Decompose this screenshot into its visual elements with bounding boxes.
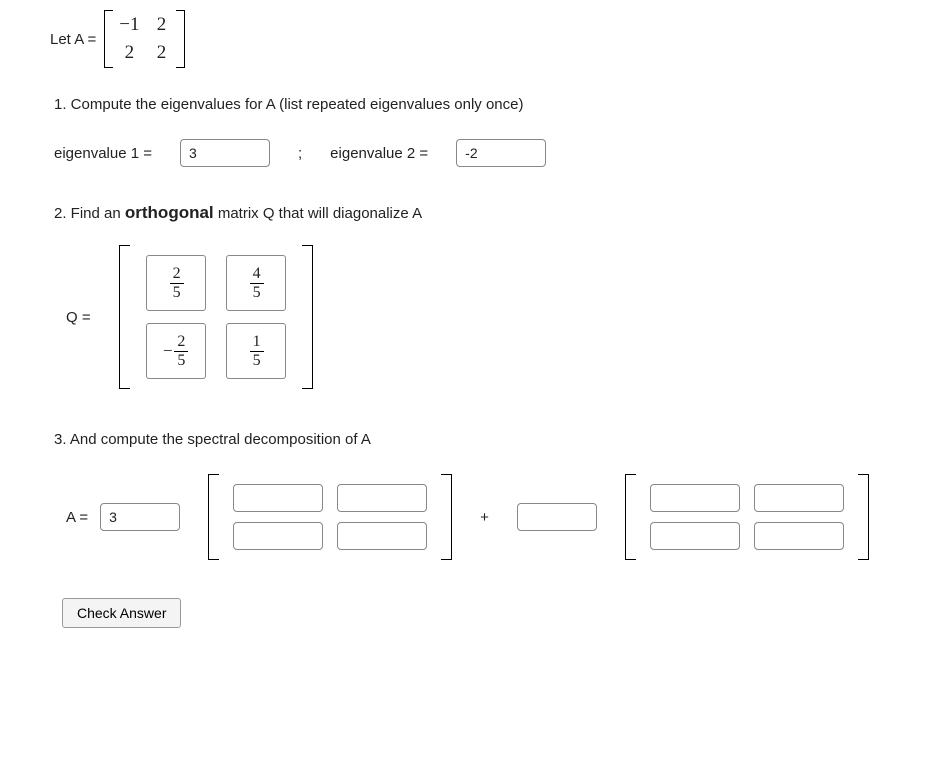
sm2-cell-11[interactable] bbox=[650, 484, 740, 512]
part-3: 3. And compute the spectral decompositio… bbox=[54, 431, 927, 560]
scalar-1-input[interactable] bbox=[100, 503, 180, 531]
part-2: 2. Find an orthogonal matrix Q that will… bbox=[54, 203, 927, 389]
eigenvalue-1-input[interactable] bbox=[180, 139, 270, 167]
sm2-cell-12[interactable] bbox=[754, 484, 844, 512]
q-cell-den: 5 bbox=[250, 284, 264, 302]
part-2-prompt: 2. Find an orthogonal matrix Q that will… bbox=[54, 203, 927, 223]
q-cell-num: 2 bbox=[174, 333, 188, 352]
sm1-cell-11[interactable] bbox=[233, 484, 323, 512]
matrix-a-cell: 2 bbox=[121, 42, 137, 64]
part-1-prompt: 1. Compute the eigenvalues for A (list r… bbox=[54, 96, 927, 113]
q-cell-21[interactable]: − 25 bbox=[146, 323, 206, 379]
q-cell-sign: − bbox=[163, 341, 173, 361]
definition-row: Let A = −1 2 2 2 bbox=[50, 10, 927, 68]
matrix-q: 25 45 − 25 bbox=[119, 245, 313, 389]
spectral-matrix-2 bbox=[625, 474, 869, 560]
sm2-cell-21[interactable] bbox=[650, 522, 740, 550]
part-2-prompt-c: matrix Q that will diagonalize A bbox=[214, 205, 422, 222]
eigenvalue-2-label: eigenvalue 2 = bbox=[330, 145, 428, 162]
q-cell-11[interactable]: 25 bbox=[146, 255, 206, 311]
q-cell-12[interactable]: 45 bbox=[226, 255, 286, 311]
scalar-2-input[interactable] bbox=[517, 503, 597, 531]
q-cell-num: 4 bbox=[250, 265, 264, 284]
check-answer-button[interactable]: Check Answer bbox=[62, 598, 181, 628]
eigenvalue-2-input[interactable] bbox=[456, 139, 546, 167]
q-cell-den: 5 bbox=[174, 352, 188, 370]
sm1-cell-21[interactable] bbox=[233, 522, 323, 550]
matrix-a-cell: −1 bbox=[119, 14, 139, 36]
q-cell-den: 5 bbox=[170, 284, 184, 302]
q-cell-22[interactable]: 15 bbox=[226, 323, 286, 379]
sm2-cell-22[interactable] bbox=[754, 522, 844, 550]
eigenvalue-1-label: eigenvalue 1 = bbox=[54, 145, 152, 162]
matrix-a: −1 2 2 2 bbox=[104, 10, 184, 68]
a-equals-label: A = bbox=[66, 509, 88, 526]
matrix-a-cell: 2 bbox=[154, 14, 170, 36]
q-cell-num: 1 bbox=[250, 333, 264, 352]
matrix-a-cell: 2 bbox=[154, 42, 170, 64]
q-cell-den: 5 bbox=[250, 352, 264, 370]
let-a-label: Let A = bbox=[50, 31, 96, 48]
q-equals-label: Q = bbox=[66, 309, 91, 326]
sm1-cell-12[interactable] bbox=[337, 484, 427, 512]
part-3-prompt: 3. And compute the spectral decompositio… bbox=[54, 431, 927, 448]
part-1: 1. Compute the eigenvalues for A (list r… bbox=[54, 96, 927, 167]
q-cell-num: 2 bbox=[170, 265, 184, 284]
spectral-matrix-1 bbox=[208, 474, 452, 560]
part-2-prompt-b: orthogonal bbox=[125, 203, 214, 222]
separator: ; bbox=[298, 145, 302, 162]
sm1-cell-22[interactable] bbox=[337, 522, 427, 550]
plus-label: + bbox=[480, 509, 489, 526]
part-2-prompt-a: 2. Find an bbox=[54, 205, 125, 222]
